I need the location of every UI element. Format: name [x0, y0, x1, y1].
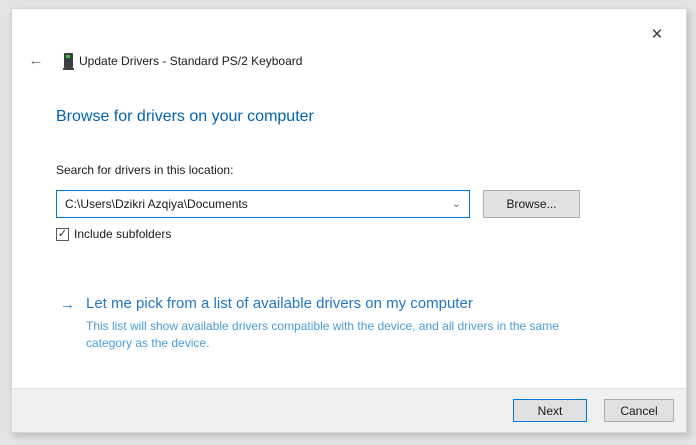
arrow-right-icon: → — [60, 296, 75, 313]
close-button[interactable]: ✕ — [646, 23, 668, 45]
cancel-button[interactable]: Cancel — [604, 399, 674, 422]
window-title: Update Drivers - Standard PS/2 Keyboard — [79, 54, 303, 68]
close-icon: ✕ — [650, 26, 664, 43]
back-arrow-icon: ← — [28, 51, 44, 69]
include-subfolders-label: Include subfolders — [74, 227, 172, 241]
include-subfolders-checkbox[interactable]: ✓ — [56, 227, 69, 241]
pick-from-list-label[interactable]: Let me pick from a list of available dri… — [86, 295, 559, 312]
back-button[interactable]: ← — [24, 51, 48, 69]
footer-bar: Next Cancel — [12, 388, 686, 432]
next-button[interactable]: Next — [513, 399, 587, 422]
search-location-label: Search for drivers in this location: — [56, 163, 234, 177]
keyboard-device-icon — [63, 53, 74, 70]
update-drivers-dialog: ✕ ← Update Drivers - Standard PS/2 Keybo… — [11, 8, 687, 433]
browse-button[interactable]: Browse... — [483, 190, 580, 218]
page-title: Browse for drivers on your computer — [56, 108, 314, 125]
checkmark-icon: ✓ — [57, 227, 68, 240]
driver-path-combobox[interactable]: C:\Users\Dzikri Azqiya\Documents ⌄ — [56, 190, 470, 218]
pick-from-list-command-link[interactable]: → Let me pick from a list of available d… — [60, 295, 559, 352]
pick-from-list-description: This list will show available drivers co… — [86, 319, 559, 350]
driver-path-value[interactable]: C:\Users\Dzikri Azqiya\Documents — [65, 197, 446, 211]
include-subfolders-option[interactable]: ✓ Include subfolders — [56, 226, 171, 242]
chevron-down-icon[interactable]: ⌄ — [446, 199, 461, 210]
